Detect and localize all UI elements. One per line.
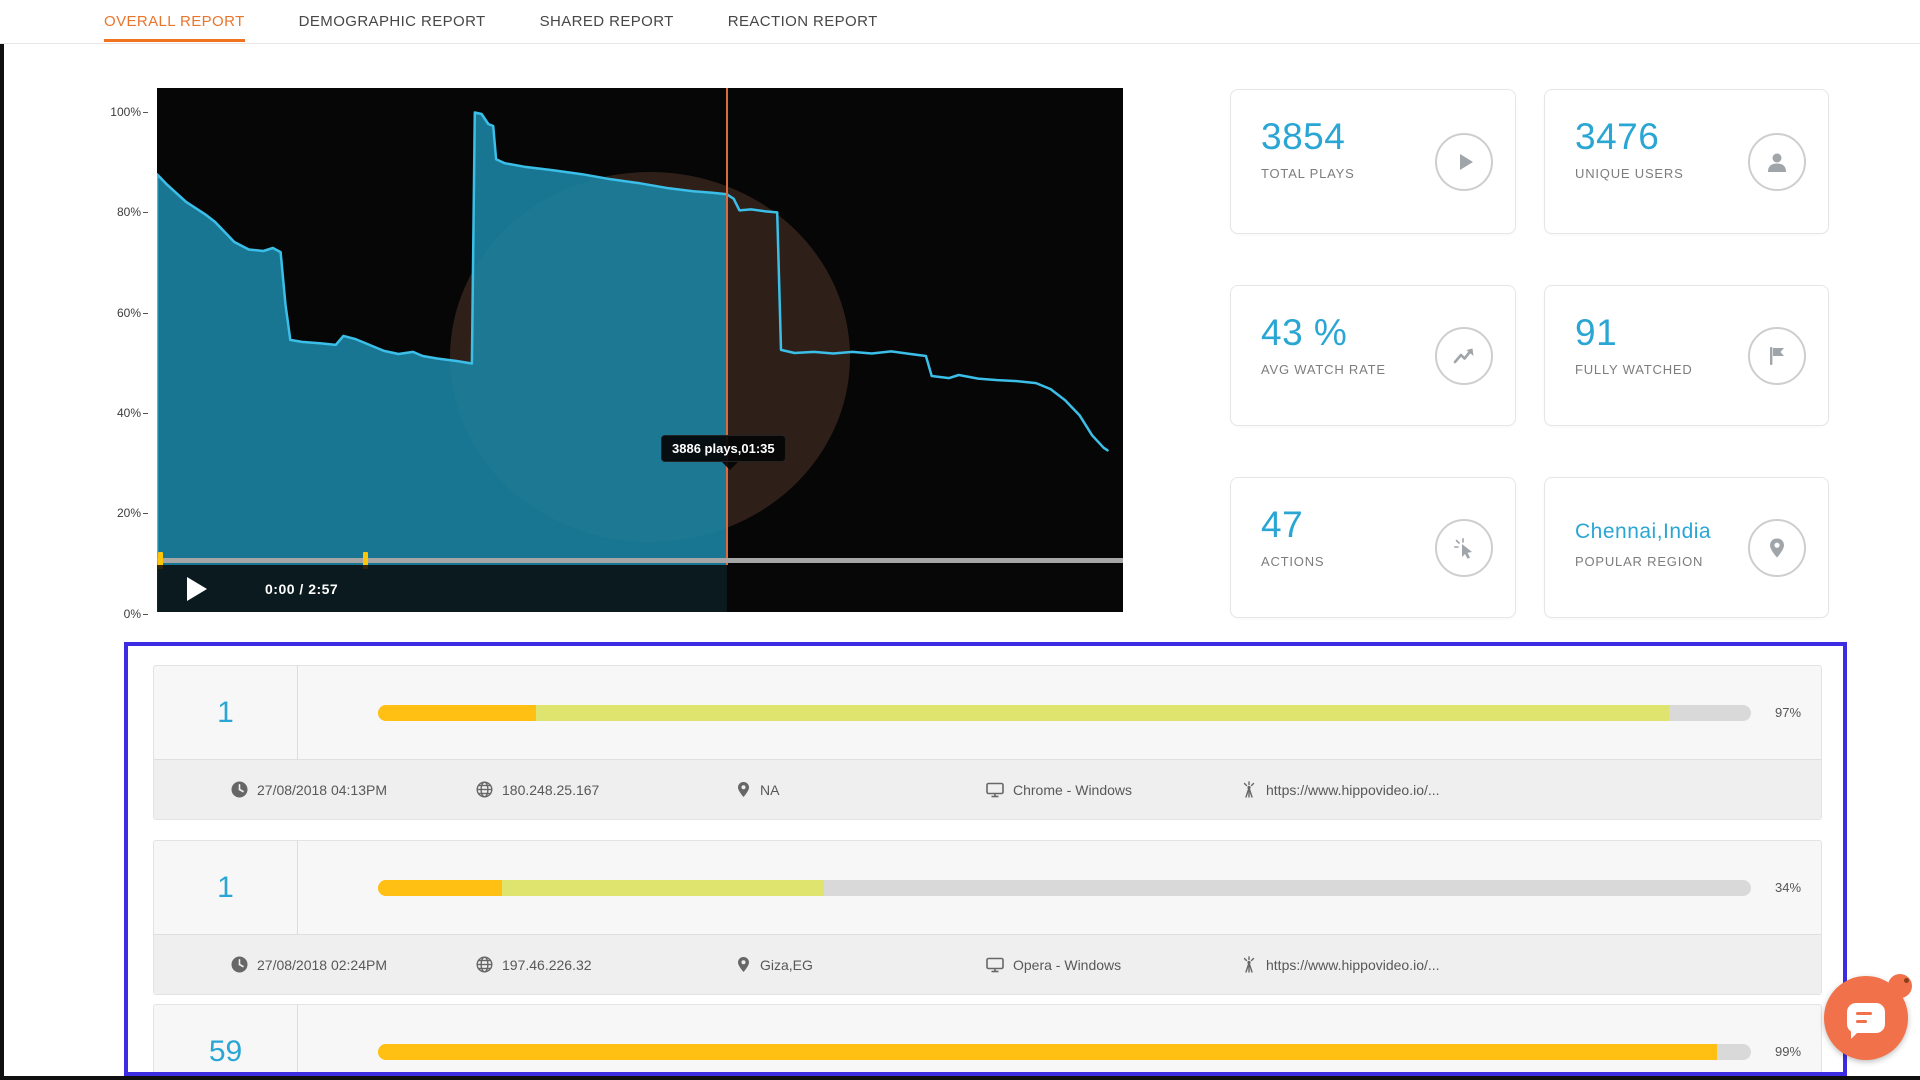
viewer-row[interactable]: 1 34% 27/08/2018 02:24PM 197.46.226.32 G…	[153, 840, 1822, 995]
detail-location: Giza,EG	[760, 957, 813, 973]
trend-up-icon	[1435, 327, 1493, 385]
watched-percent: 99%	[1775, 1044, 1801, 1059]
view-count-cell: 1	[154, 666, 298, 759]
frame-bottom-edge	[0, 1076, 1920, 1080]
detail-ip: 197.46.226.32	[502, 957, 592, 973]
watched-percent: 97%	[1775, 705, 1801, 720]
report-tabbar: OVERALL REPORT DEMOGRAPHIC REPORT SHARED…	[0, 0, 1920, 44]
stat-label: POPULAR REGION	[1575, 554, 1703, 569]
location-pin-icon	[736, 781, 751, 798]
detail-browser: Chrome - Windows	[1013, 782, 1132, 798]
y-axis-tick: 100%	[88, 105, 148, 119]
analytics-dashboard: OVERALL REPORT DEMOGRAPHIC REPORT SHARED…	[0, 0, 1920, 1080]
view-count: 1	[217, 696, 234, 730]
detail-ip: 180.248.25.167	[502, 782, 599, 798]
tab-overall-report[interactable]: OVERALL REPORT	[104, 0, 245, 44]
user-icon	[1748, 133, 1806, 191]
location-pin-icon	[736, 956, 751, 973]
stat-value: 47	[1261, 504, 1303, 546]
monitor-icon	[986, 782, 1004, 798]
view-count: 59	[209, 1035, 242, 1069]
clock-icon	[231, 781, 248, 798]
bar-segment-orange	[378, 1044, 1717, 1060]
play-icon	[1435, 133, 1493, 191]
cursor-click-icon	[1435, 519, 1493, 577]
clock-icon	[231, 956, 248, 973]
detail-location: NA	[760, 782, 779, 798]
tab-demographic-report[interactable]: DEMOGRAPHIC REPORT	[299, 0, 486, 44]
playhead-line[interactable]	[726, 88, 728, 565]
watch-area-fill	[157, 113, 727, 613]
viewer-list-selection-box: 1 97% 27/08/2018 04:13PM 180.248.25.167 …	[124, 642, 1847, 1076]
plays-tooltip: 3886 plays,01:35	[661, 435, 786, 462]
frame-left-edge	[0, 44, 4, 1080]
y-axis-tick: 40%	[88, 406, 148, 420]
y-axis-tick: 20%	[88, 506, 148, 520]
bar-segment-lime	[502, 880, 825, 896]
map-pin-icon	[1748, 519, 1806, 577]
stat-label: AVG WATCH RATE	[1261, 362, 1386, 377]
watched-percent: 34%	[1775, 880, 1801, 895]
stat-value: 3476	[1575, 116, 1659, 158]
bar-segment-lime	[536, 705, 1669, 721]
stat-value: 91	[1575, 312, 1617, 354]
play-button-icon[interactable]	[187, 577, 207, 601]
detail-browser: Opera - Windows	[1013, 957, 1121, 973]
video-time: 0:00 / 2:57	[265, 581, 338, 597]
tab-reaction-report[interactable]: REACTION REPORT	[728, 0, 878, 44]
card-fully-watched: 91 FULLY WATCHED	[1544, 285, 1829, 426]
video-player[interactable]: 3886 plays,01:35 0:00 / 2:57	[157, 88, 1123, 612]
detail-source-url[interactable]: https://www.hippovideo.io/...	[1266, 957, 1440, 973]
stat-label: FULLY WATCHED	[1575, 362, 1693, 377]
view-count-cell: 1	[154, 841, 298, 934]
chat-notification-badge	[1888, 974, 1912, 998]
detail-datetime: 27/08/2018 02:24PM	[257, 957, 387, 973]
card-unique-users: 3476 UNIQUE USERS	[1544, 89, 1829, 234]
broadcast-icon	[1241, 956, 1257, 973]
stat-label: TOTAL PLAYS	[1261, 166, 1355, 181]
card-avg-watch-rate: 43 % AVG WATCH RATE	[1230, 285, 1516, 426]
stat-value: 43 %	[1261, 312, 1347, 354]
watch-progress-bar	[378, 880, 1751, 896]
watch-curve-svg	[157, 88, 1123, 612]
viewer-row[interactable]: 59 99%	[153, 1004, 1822, 1076]
y-axis-tick: 60%	[88, 306, 148, 320]
viewer-details: 27/08/2018 04:13PM 180.248.25.167 NA Chr…	[154, 759, 1821, 819]
flag-icon	[1748, 327, 1806, 385]
view-count: 1	[217, 871, 234, 905]
card-popular-region: Chennai,India POPULAR REGION	[1544, 477, 1829, 618]
stat-value: Chennai,India	[1575, 520, 1711, 544]
broadcast-icon	[1241, 781, 1257, 798]
detail-source-url[interactable]: https://www.hippovideo.io/...	[1266, 782, 1440, 798]
stat-label: ACTIONS	[1261, 554, 1324, 569]
monitor-icon	[986, 957, 1004, 973]
watch-progress-bar	[378, 705, 1751, 721]
globe-icon	[476, 956, 493, 973]
y-axis-tick: 80%	[88, 205, 148, 219]
tab-shared-report[interactable]: SHARED REPORT	[540, 0, 674, 44]
bar-segment-orange	[378, 880, 502, 896]
globe-icon	[476, 781, 493, 798]
seek-bar[interactable]	[157, 558, 1123, 563]
stat-label: UNIQUE USERS	[1575, 166, 1684, 181]
card-total-plays: 3854 TOTAL PLAYS	[1230, 89, 1516, 234]
viewer-row[interactable]: 1 97% 27/08/2018 04:13PM 180.248.25.167 …	[153, 665, 1822, 820]
stat-value: 3854	[1261, 116, 1345, 158]
viewer-details: 27/08/2018 02:24PM 197.46.226.32 Giza,EG…	[154, 934, 1821, 994]
stat-cards-grid: 3854 TOTAL PLAYS 3476 UNIQUE USERS 43 % …	[1230, 89, 1829, 618]
view-count-cell: 59	[154, 1005, 298, 1076]
detail-datetime: 27/08/2018 04:13PM	[257, 782, 387, 798]
video-controlbar: 0:00 / 2:57	[157, 565, 1123, 612]
bar-segment-orange	[378, 705, 536, 721]
card-actions: 47 ACTIONS	[1230, 477, 1516, 618]
y-axis-tick: 0%	[88, 607, 148, 621]
chat-widget[interactable]	[1824, 976, 1908, 1060]
watch-progress-bar	[378, 1044, 1751, 1060]
